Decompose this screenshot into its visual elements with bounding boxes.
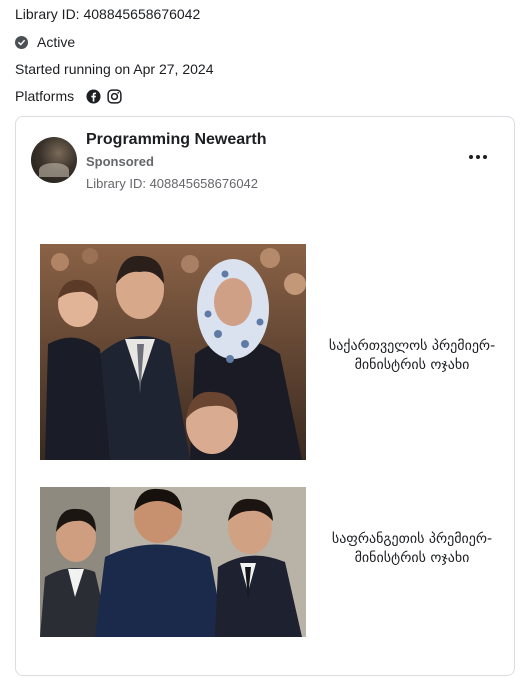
instagram-icon [107, 88, 122, 104]
photo-illustration [40, 244, 306, 460]
page-avatar[interactable] [31, 137, 77, 183]
ad-library-id: Library ID: 408845658676042 [86, 176, 259, 191]
status-text: Active [37, 34, 76, 50]
sponsored-label: Sponsored [86, 154, 154, 169]
facebook-icon [86, 88, 101, 104]
ad-card: Programming Newearth Sponsored Library I… [15, 116, 515, 676]
status-row: Active [15, 34, 75, 50]
ad-image-georgia-family[interactable] [40, 244, 306, 460]
platforms-label: Platforms [15, 88, 75, 104]
page-name-link[interactable]: Programming Newearth [86, 131, 266, 149]
caption-georgia: საქართველოს პრემიერ-მინისტრის ოჯახი [328, 338, 496, 373]
photo-illustration [40, 487, 306, 637]
check-circle-icon [15, 35, 28, 49]
platforms-row: Platforms [15, 88, 122, 104]
more-options-button[interactable] [468, 151, 488, 163]
ad-image-france-family[interactable] [40, 487, 306, 637]
library-id: Library ID: 408845658676042 [15, 6, 201, 22]
caption-france: საფრანგეთის პრემიერ-მინისტრის ოჯახი [331, 531, 493, 566]
more-options-icon [469, 155, 473, 159]
started-running-text: Started running on Apr 27, 2024 [15, 61, 214, 77]
